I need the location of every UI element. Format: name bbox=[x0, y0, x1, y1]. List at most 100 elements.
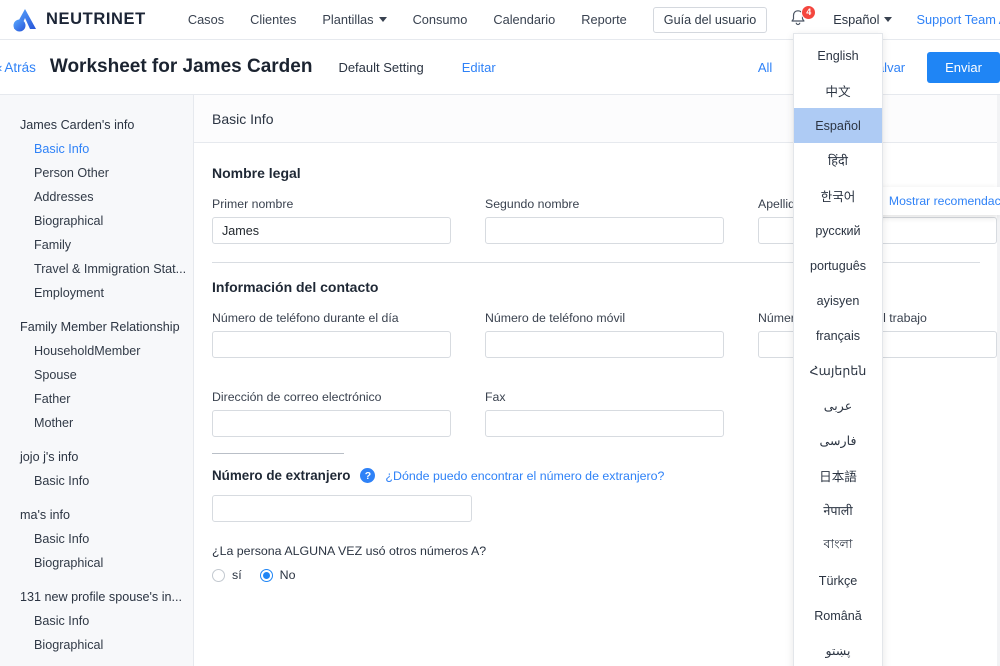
sidebar-item-addresses[interactable]: Addresses bbox=[0, 185, 193, 209]
radio-option-si[interactable]: sí bbox=[212, 568, 242, 582]
sidebar-group-title: 131 new profile spouse's in... bbox=[20, 590, 183, 604]
nav-item-consumo[interactable]: Consumo bbox=[413, 12, 468, 27]
sidebar-item-spouse[interactable]: Spouse bbox=[0, 363, 193, 387]
sidebar-item-mother[interactable]: Mother bbox=[0, 411, 193, 435]
sidebar-item-father[interactable]: Father bbox=[0, 387, 193, 411]
chevron-left-icon: ‹ bbox=[0, 60, 2, 75]
language-option-10[interactable]: عربى bbox=[794, 388, 882, 423]
notifications-button[interactable]: 4 bbox=[789, 4, 817, 31]
language-selector[interactable]: Español bbox=[833, 12, 893, 27]
default-setting-label: Default Setting bbox=[338, 59, 424, 75]
language-option-1[interactable]: 中文 bbox=[794, 73, 882, 108]
sidebar-item-ma-biographical[interactable]: Biographical bbox=[0, 551, 193, 575]
sidebar-item-basic-info[interactable]: Basic Info bbox=[0, 137, 193, 161]
field-label: Número de teléfono durante el día bbox=[212, 311, 399, 325]
middle-name-input[interactable] bbox=[485, 217, 724, 244]
nav-item-casos[interactable]: Casos bbox=[188, 12, 224, 27]
language-option-3[interactable]: हिंदी bbox=[794, 143, 882, 178]
back-button[interactable]: ‹ Atrás bbox=[0, 60, 36, 75]
language-option-2[interactable]: Español bbox=[794, 108, 882, 143]
nav-item-reporte-label: Reporte bbox=[581, 12, 627, 27]
nav-item-clientes[interactable]: Clientes bbox=[250, 12, 296, 27]
sidebar-item-employment[interactable]: Employment bbox=[0, 281, 193, 305]
all-toggle-button[interactable]: All bbox=[758, 60, 772, 75]
alien-number-help-link[interactable]: ¿Dónde puedo encontrar el número de extr… bbox=[385, 469, 664, 483]
mobile-phone-input[interactable] bbox=[485, 331, 724, 358]
language-option-8[interactable]: français bbox=[794, 318, 882, 353]
sidebar-item-spouse-basic-info[interactable]: Basic Info bbox=[0, 609, 193, 633]
sidebar-item-jojo-basic-info[interactable]: Basic Info bbox=[0, 469, 193, 493]
radio-label: No bbox=[279, 568, 296, 582]
sidebar-group-title: ma's info bbox=[20, 508, 70, 522]
worksheet-sidebar[interactable]: James Carden's info Basic Info Person Ot… bbox=[0, 95, 194, 666]
back-button-label: Atrás bbox=[4, 59, 36, 75]
language-option-12[interactable]: 日本語 bbox=[794, 458, 882, 493]
language-option-label: हिंदी bbox=[828, 154, 848, 168]
sidebar-item-spouse-biographical[interactable]: Biographical bbox=[0, 633, 193, 657]
sidebar-group-title: James Carden's info bbox=[20, 118, 135, 132]
language-option-13[interactable]: नेपाली bbox=[794, 493, 882, 528]
language-option-label: ayisyen bbox=[816, 293, 860, 308]
day-phone-input[interactable] bbox=[212, 331, 451, 358]
sidebar-item-label: Basic Info bbox=[34, 142, 90, 156]
language-option-label: 한국어 bbox=[820, 190, 856, 204]
field-fax: Fax bbox=[485, 390, 724, 437]
field-label: Segundo nombre bbox=[485, 197, 580, 211]
show-recommendations-tab[interactable]: ◀ Mostrar recomendac bbox=[866, 187, 1000, 215]
sidebar-group-title: Family Member Relationship bbox=[20, 320, 180, 334]
field-email: Dirección de correo electrónico bbox=[212, 390, 451, 437]
support-team-link[interactable]: Support Team AILa bbox=[916, 12, 1000, 27]
language-option-label: বাংলা bbox=[823, 536, 853, 551]
first-name-input[interactable] bbox=[212, 217, 451, 244]
language-option-5[interactable]: русский bbox=[794, 213, 882, 248]
language-option-6[interactable]: português bbox=[794, 248, 882, 283]
language-option-15[interactable]: Türkçe bbox=[794, 563, 882, 598]
language-option-11[interactable]: فارسی bbox=[794, 423, 882, 458]
nav-item-clientes-label: Clientes bbox=[250, 12, 297, 27]
nav-item-calendario[interactable]: Calendario bbox=[493, 12, 555, 27]
sidebar-group-family-member: Family Member Relationship HouseholdMemb… bbox=[0, 315, 193, 435]
language-option-label: Հայերեն bbox=[809, 364, 867, 378]
app-root: NEUTRINET Casos Clientes Plantillas Cons… bbox=[0, 0, 1000, 666]
send-button[interactable]: Enviar bbox=[927, 51, 1000, 83]
radio-label: sí bbox=[232, 568, 242, 582]
edit-button[interactable]: Editar bbox=[462, 60, 496, 75]
neutrinet-logo-icon bbox=[13, 8, 36, 31]
language-option-label: português bbox=[809, 258, 866, 273]
radio-option-no[interactable]: No bbox=[259, 568, 296, 582]
language-option-label: русский bbox=[815, 223, 861, 238]
nav-item-reporte[interactable]: Reporte bbox=[581, 12, 627, 27]
alien-number-input[interactable] bbox=[212, 495, 472, 522]
email-input[interactable] bbox=[212, 410, 451, 437]
sidebar-group-jojo: jojo j's info Basic Info bbox=[0, 445, 193, 493]
field-label: Fax bbox=[485, 390, 506, 404]
language-option-4[interactable]: 한국어 bbox=[794, 178, 882, 213]
field-mobile-phone: Número de teléfono móvil bbox=[485, 311, 724, 358]
question-mark-icon[interactable]: ? bbox=[360, 468, 376, 483]
sidebar-item-biographical[interactable]: Biographical bbox=[0, 209, 193, 233]
nav-item-plantillas-label: Plantillas bbox=[322, 12, 374, 27]
sidebar-group-ma: ma's info Basic Info Biographical bbox=[0, 503, 193, 575]
language-option-label: Español bbox=[815, 118, 861, 133]
language-option-7[interactable]: ayisyen bbox=[794, 283, 882, 318]
sidebar-item-person-other[interactable]: Person Other bbox=[0, 161, 193, 185]
language-option-0[interactable]: English bbox=[794, 38, 882, 73]
sidebar-item-ma-basic-info[interactable]: Basic Info bbox=[0, 527, 193, 551]
nav-item-casos-label: Casos bbox=[187, 12, 225, 27]
language-option-9[interactable]: Հայերեն bbox=[794, 353, 882, 388]
nav-item-plantillas[interactable]: Plantillas bbox=[322, 12, 387, 27]
language-option-16[interactable]: Română bbox=[794, 598, 882, 633]
fax-input[interactable] bbox=[485, 410, 724, 437]
sidebar-item-householdmember[interactable]: HouseholdMember bbox=[0, 339, 193, 363]
language-option-14[interactable]: বাংলা bbox=[794, 528, 882, 563]
language-option-17[interactable]: پښتو bbox=[794, 633, 882, 666]
language-dropdown-menu[interactable]: English 中文 Español हिंदी 한국어 русский português… bbox=[793, 33, 883, 666]
user-guide-button[interactable]: Guía del usuario bbox=[652, 6, 768, 33]
brand-logo[interactable]: NEUTRINET bbox=[12, 8, 146, 32]
language-option-label: नेपाली bbox=[823, 504, 853, 518]
page-title: Worksheet for James Carden bbox=[49, 56, 313, 77]
sidebar-item-family[interactable]: Family bbox=[0, 233, 193, 257]
sidebar-item-travel-immigration[interactable]: Travel & Immigration Stat... bbox=[0, 257, 193, 281]
